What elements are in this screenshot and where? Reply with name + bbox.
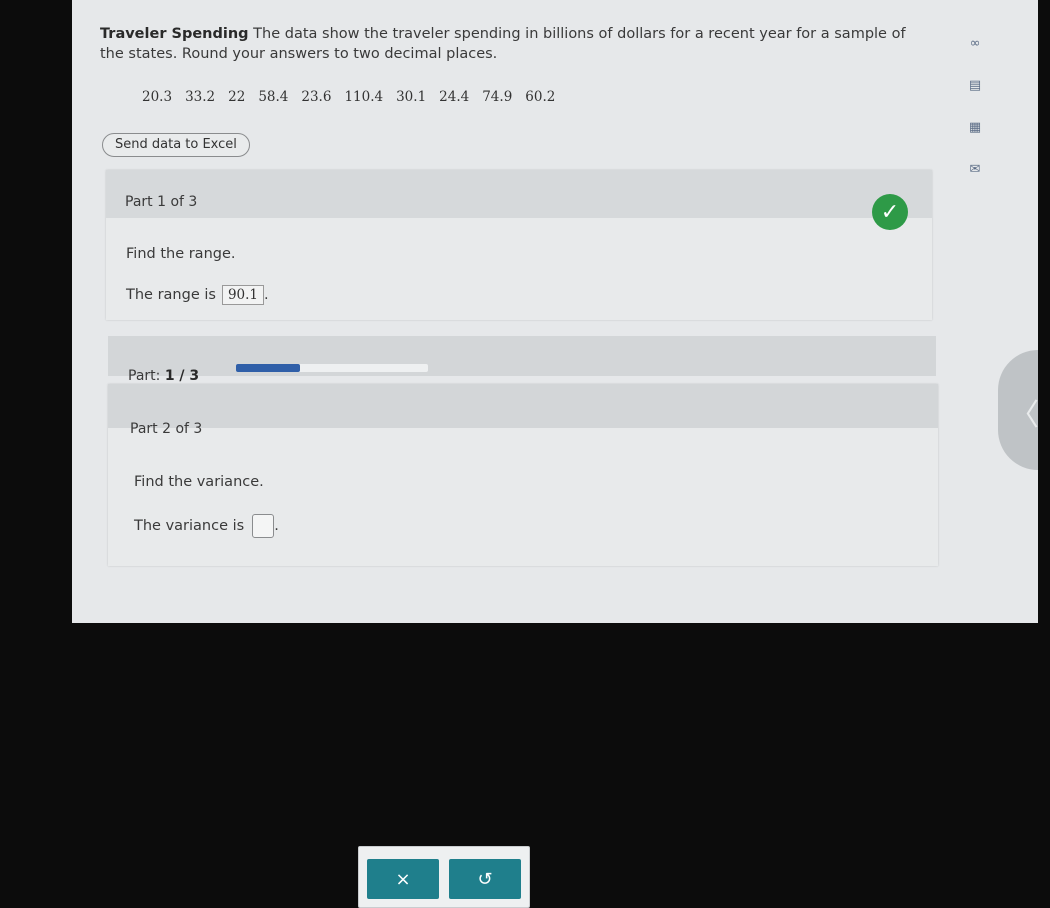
data-values-row: 20.3 33.2 22 58.4 23.6 110.4 30.1 24.4 7… [142,89,662,105]
part1-question: Find the range. [126,246,236,262]
data-value: 24.4 [439,89,470,105]
part1-card: Part 1 of 3 ✓ Find the range. The range … [106,170,932,320]
clear-button[interactable]: × [367,859,439,899]
part2-answer-suffix: . [274,518,279,534]
chevron-left-icon: 〈 [1009,398,1039,433]
problem-statement: Traveler Spending The data show the trav… [100,24,930,64]
data-value: 23.6 [301,89,332,105]
send-to-excel-button[interactable]: Send data to Excel [102,133,250,157]
infinity-icon[interactable]: ∞ [966,36,984,52]
data-value: 74.9 [482,89,513,105]
part1-answer-prefix: The range is [126,287,216,303]
progress-label-prefix: Part: [128,368,161,384]
data-value: 22 [228,89,246,105]
range-answer-field[interactable]: 90.1 [221,285,264,305]
mail-icon[interactable]: ✉ [966,162,984,178]
calculator-icon[interactable]: ▦ [966,120,984,136]
part2-answer-line: The variance is . [134,514,279,538]
part1-header[interactable]: Part 1 of 3 ✓ [106,170,932,230]
part1-title: Part 1 of 3 [125,194,198,210]
progress-fill [236,364,300,372]
collapse-panel-tab[interactable]: 〈 [998,350,1039,470]
data-value: 110.4 [344,89,384,105]
progress-label: Part: 1 / 3 [128,368,199,384]
undo-icon: ↺ [477,868,493,890]
part1-answer-suffix: . [264,287,269,303]
part-progress-bar: Part: 1 / 3 [108,336,936,384]
part2-title: Part 2 of 3 [130,421,203,437]
variance-answer-field[interactable] [252,514,275,538]
undo-button[interactable]: ↺ [449,859,521,899]
progress-track [236,364,428,372]
problem-title: Traveler Spending [100,26,249,42]
close-icon: × [395,868,411,890]
part2-header: Part 2 of 3 [108,384,938,437]
part2-card: Part 2 of 3 Find the variance. The varia… [108,384,938,908]
data-value: 60.2 [525,89,556,105]
part1-answer-line: The range is 90.1 . [126,285,269,305]
progress-label-value: 1 / 3 [164,368,200,384]
data-value: 20.3 [142,89,173,105]
book-icon[interactable]: ▤ [966,78,984,94]
part2-question: Find the variance. [134,474,264,490]
data-value: 33.2 [185,89,216,105]
answer-tools-panel: × ↺ [358,846,530,908]
data-value: 30.1 [396,89,427,105]
part2-answer-prefix: The variance is [134,518,245,534]
app-screen: Traveler Spending The data show the trav… [72,0,1038,908]
data-value: 58.4 [258,89,289,105]
check-icon: ✓ [872,194,908,230]
